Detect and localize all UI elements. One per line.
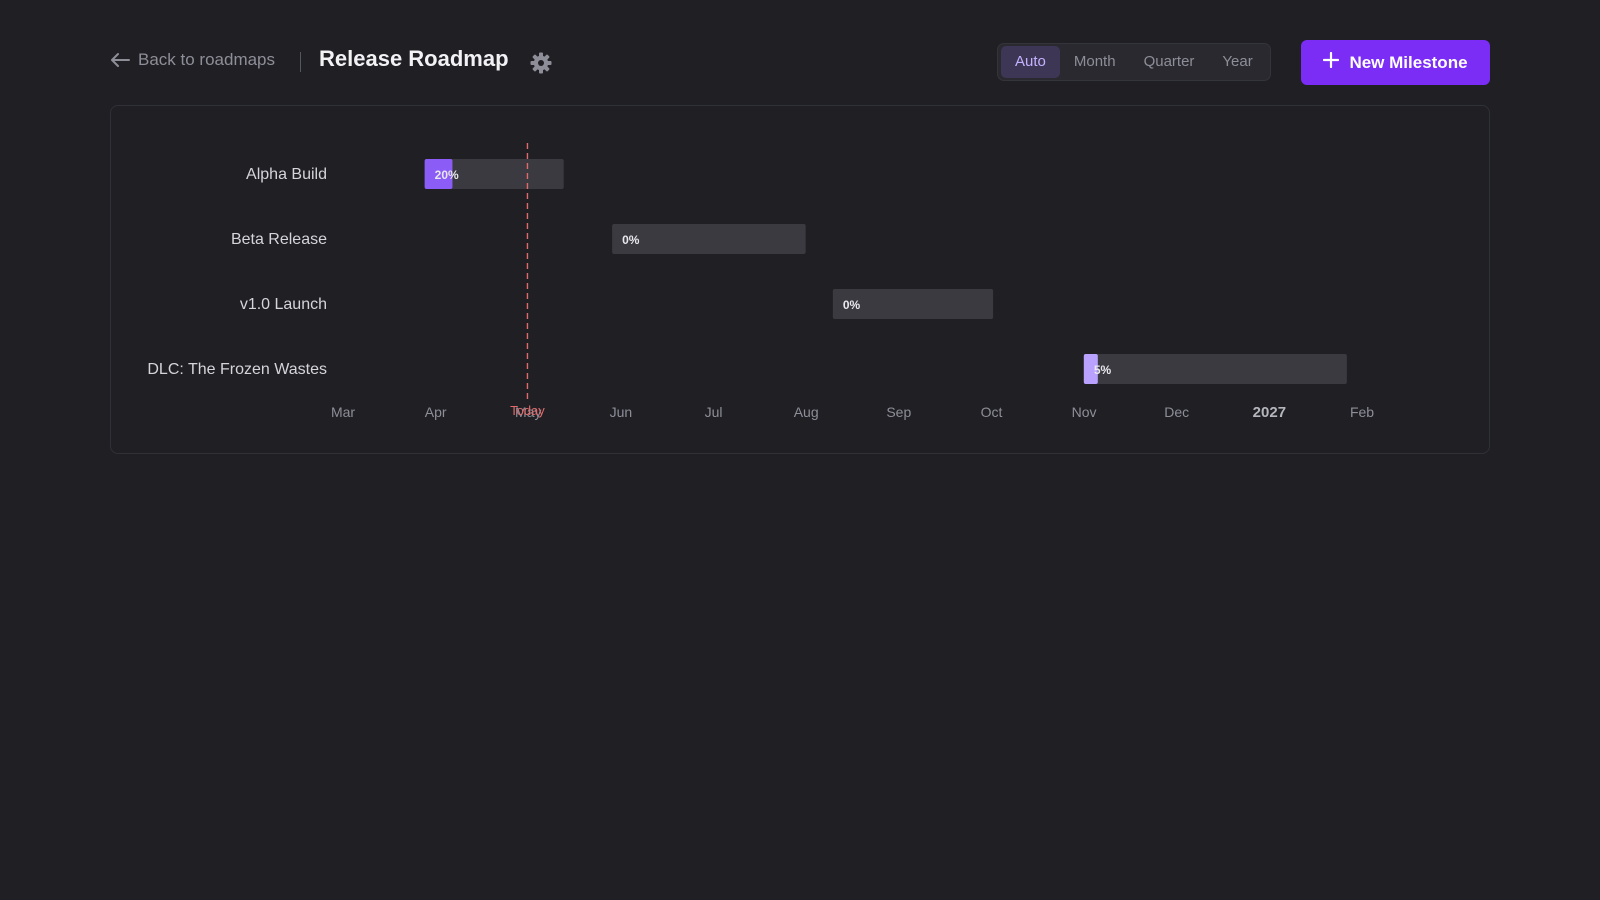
axis-tick-label: Mar xyxy=(331,404,355,420)
page-title: Release Roadmap xyxy=(319,46,509,71)
plus-icon xyxy=(1323,51,1340,73)
back-to-roadmaps-link[interactable]: Back to roadmaps xyxy=(110,50,275,70)
axis-tick-label: 2027 xyxy=(1253,404,1286,421)
new-milestone-button[interactable]: New Milestone xyxy=(1301,40,1490,85)
milestone-label: Beta Release xyxy=(231,231,327,248)
today-marker-label: Today xyxy=(510,403,545,418)
milestone-progress-label: 0% xyxy=(843,298,861,312)
view-option-auto[interactable]: Auto xyxy=(1001,46,1060,78)
axis-tick-label: Jun xyxy=(610,404,633,420)
back-link-label: Back to roadmaps xyxy=(138,50,276,69)
milestone-progress-label: 20% xyxy=(435,168,459,182)
axis-tick-label: Nov xyxy=(1072,404,1097,420)
new-milestone-label: New Milestone xyxy=(1349,52,1468,72)
axis-tick-label: Apr xyxy=(425,404,447,420)
roadmap-timeline-chart: Mar Apr May Jun Jul Aug Sep Oct Nov Dec 2027 FebAlp… xyxy=(147,143,1374,421)
axis-tick-label: Dec xyxy=(1164,404,1189,420)
view-option-quarter[interactable]: Quarter xyxy=(1130,46,1209,78)
axis-tick-label: Jul xyxy=(705,404,723,420)
axis-tick-label: Aug xyxy=(794,404,819,420)
view-option-month[interactable]: Month xyxy=(1060,46,1130,78)
milestone-bar[interactable] xyxy=(612,224,806,254)
gear-icon xyxy=(529,52,553,79)
milestone-bar[interactable] xyxy=(1083,354,1347,384)
milestone-label: v1.0 Launch xyxy=(240,296,327,313)
view-option-year[interactable]: Year xyxy=(1208,46,1266,78)
axis-tick-label: Sep xyxy=(886,404,911,420)
arrow-left-icon xyxy=(110,52,130,68)
axis-tick-label: Feb xyxy=(1350,404,1374,420)
milestone-progress-label: 0% xyxy=(622,233,640,247)
axis-tick-label: Oct xyxy=(981,404,1003,420)
settings-button[interactable] xyxy=(529,51,553,75)
milestone-progress-label: 5% xyxy=(1094,363,1112,377)
page-header: Back to roadmaps Release Roadmap Auto Mo… xyxy=(110,40,1490,85)
milestone-label: DLC: The Frozen Wastes xyxy=(147,361,327,378)
header-divider xyxy=(300,52,301,72)
view-mode-toggle: Auto Month Quarter Year xyxy=(997,43,1271,81)
milestone-label: Alpha Build xyxy=(246,166,327,183)
roadmap-timeline-panel: Mar Apr May Jun Jul Aug Sep Oct Nov Dec 2027 Feb Alp… xyxy=(110,105,1490,454)
